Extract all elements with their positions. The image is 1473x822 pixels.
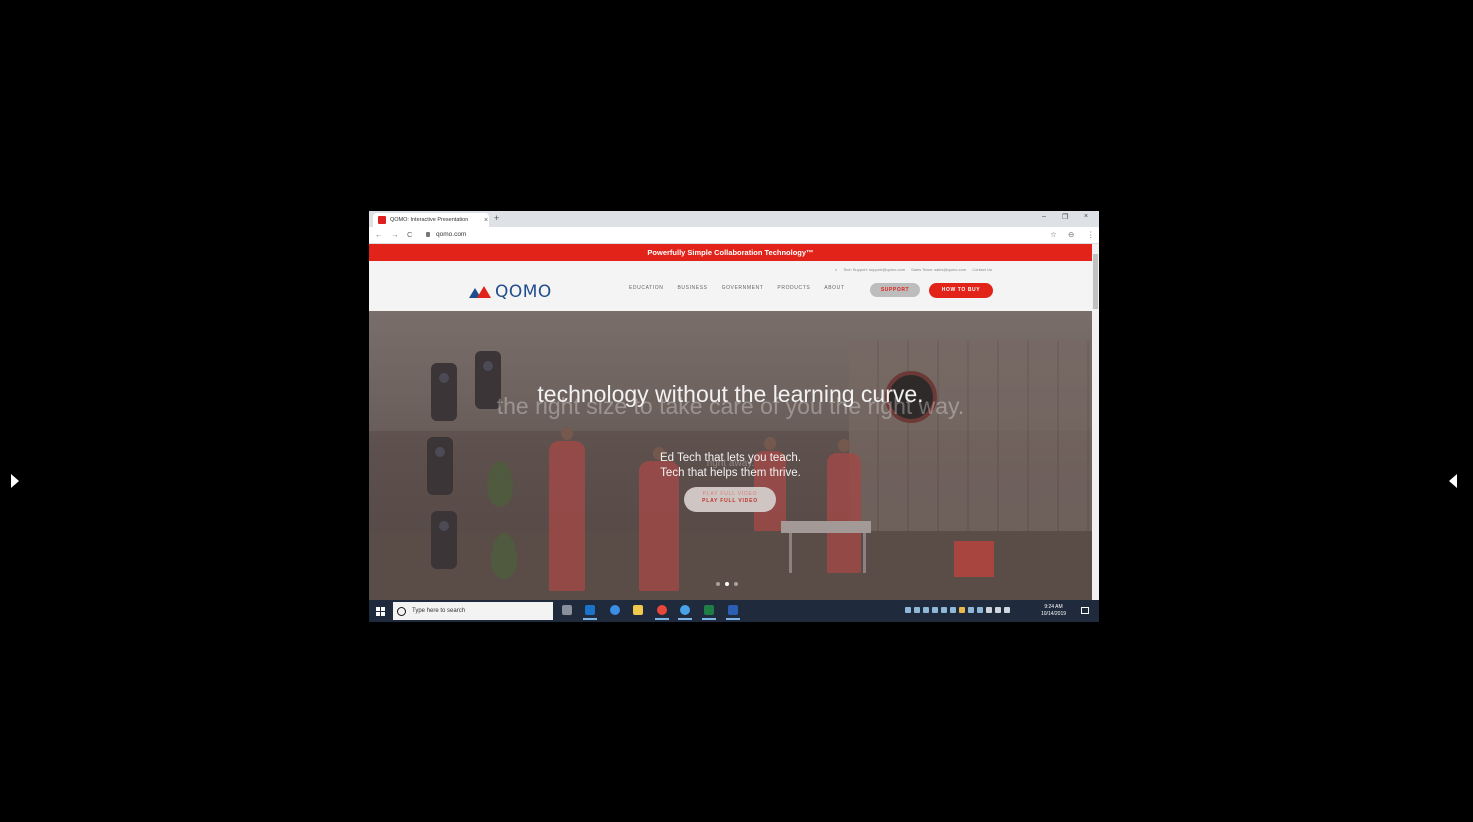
main-nav: EDUCATION BUSINESS GOVERNMENT PRODUCTS A… — [629, 285, 845, 291]
tab-close-icon[interactable]: × — [484, 217, 488, 224]
leaf-image — [491, 533, 517, 579]
nav-products[interactable]: PRODUCTS — [777, 285, 810, 291]
site-header: ⌕ Tech Support: support@qomo.com Sales T… — [369, 261, 1092, 311]
reload-icon[interactable]: C — [407, 230, 412, 239]
windows-taskbar: Type here to search 9:24 AM 10/14/2019 — [369, 600, 1099, 622]
edge-icon[interactable] — [608, 603, 622, 618]
cortana-icon — [397, 606, 406, 616]
clock-date: 10/14/2019 — [1041, 611, 1067, 617]
tray-icon[interactable] — [941, 607, 947, 613]
tray-icon[interactable] — [923, 607, 929, 613]
window-close-icon[interactable]: × — [1084, 213, 1088, 220]
screenshot-frame: QOMO: Interactive Presentation × + – ❐ ×… — [369, 211, 1099, 622]
system-tray — [905, 607, 1010, 613]
tray-icon[interactable] — [905, 607, 911, 613]
browser-menu-icon[interactable]: ⋮ — [1087, 230, 1095, 239]
tray-icon[interactable] — [959, 607, 965, 613]
tray-icon[interactable] — [932, 607, 938, 613]
qomo-favicon-icon — [378, 216, 386, 224]
volume-icon[interactable] — [995, 607, 1001, 613]
tray-icon[interactable] — [977, 607, 983, 613]
how-to-buy-button[interactable]: HOW TO BUY — [929, 283, 993, 298]
remote-image — [431, 511, 457, 569]
carousel-dot[interactable] — [716, 582, 720, 586]
tray-icon[interactable] — [968, 607, 974, 613]
minimize-icon[interactable]: – — [1042, 213, 1046, 220]
file-explorer-icon[interactable] — [631, 603, 645, 618]
nav-government[interactable]: GOVERNMENT — [722, 285, 764, 291]
table-leg — [863, 533, 866, 573]
network-icon[interactable] — [986, 607, 992, 613]
address-bar[interactable]: qomo.com — [436, 231, 466, 238]
carousel-dot-active[interactable] — [725, 582, 729, 586]
hero-headline: technology without the learning curve. — [537, 381, 924, 407]
viewer-stage: QOMO: Interactive Presentation × + – ❐ ×… — [0, 0, 1473, 822]
scrollbar-thumb[interactable] — [1093, 254, 1098, 309]
tray-icon[interactable] — [950, 607, 956, 613]
page-scrollbar[interactable] — [1092, 244, 1099, 600]
safari-icon[interactable] — [678, 603, 692, 620]
action-center-icon[interactable] — [1081, 607, 1089, 614]
word-icon[interactable] — [726, 603, 740, 620]
browser-tab[interactable]: QOMO: Interactive Presentation × — [373, 213, 489, 227]
maximize-icon[interactable]: ❐ — [1062, 213, 1068, 221]
sales-team-link[interactable]: Sales Team: sales@qomo.com — [911, 267, 966, 272]
logo-text: QOMO — [495, 282, 552, 302]
taskbar-search-input[interactable]: Type here to search — [393, 602, 571, 620]
play-ghost-label: PLAY FULL VIDEO — [702, 491, 758, 497]
hero-video: the right size to take care of you the r… — [369, 311, 1092, 600]
browser-tab-strip: QOMO: Interactive Presentation × + – ❐ × — [369, 211, 1099, 227]
outlook-icon[interactable] — [583, 603, 597, 620]
task-view-icon[interactable] — [560, 603, 574, 618]
contact-us-link[interactable]: Contact Us — [972, 267, 992, 272]
next-slide-arrow-icon[interactable] — [1449, 474, 1457, 488]
excel-icon[interactable] — [702, 603, 716, 620]
profile-icon[interactable]: ⊖ — [1068, 230, 1074, 239]
bookmark-star-icon[interactable]: ☆ — [1050, 230, 1057, 239]
carousel-dot[interactable] — [734, 582, 738, 586]
chrome-icon[interactable] — [655, 603, 669, 620]
qomo-logo-mark-icon — [469, 286, 493, 298]
search-placeholder: Type here to search — [412, 608, 466, 614]
search-icon[interactable]: ⌕ — [835, 267, 837, 272]
promo-banner[interactable]: Powerfully Simple Collaboration Technolo… — [369, 244, 1092, 261]
tab-title: QOMO: Interactive Presentation — [390, 217, 469, 223]
new-tab-icon[interactable]: + — [494, 213, 499, 223]
nav-business[interactable]: BUSINESS — [677, 285, 707, 291]
forward-icon[interactable]: → — [391, 230, 399, 239]
table-image — [781, 521, 871, 533]
nav-about[interactable]: ABOUT — [824, 285, 844, 291]
nav-education[interactable]: EDUCATION — [629, 285, 663, 291]
browser-toolbar: ← → C qomo.com ☆ ⊖ ⋮ — [369, 227, 1099, 244]
lock-icon — [426, 232, 430, 237]
previous-slide-arrow-icon[interactable] — [11, 474, 19, 488]
qomo-logo[interactable]: QOMO — [469, 282, 552, 302]
carousel-dots — [716, 582, 738, 586]
play-label: PLAY FULL VIDEO — [702, 498, 758, 504]
tray-icon[interactable] — [914, 607, 920, 613]
windows-start-icon[interactable] — [376, 607, 385, 616]
play-full-video-button[interactable]: PLAY FULL VIDEO PLAY FULL VIDEO — [684, 487, 776, 512]
table-leg — [789, 533, 792, 573]
taskbar-clock[interactable]: 9:24 AM 10/14/2019 — [1041, 604, 1066, 618]
cart-image — [954, 541, 994, 577]
clock-time: 9:24 AM — [1044, 604, 1063, 610]
tech-support-link[interactable]: Tech Support: support@qomo.com — [843, 267, 905, 272]
hero-subtext-line: Tech that helps them thrive. — [660, 467, 801, 479]
hero-subtext: Ed Tech that lets you teach. Tech that h… — [369, 451, 1092, 481]
hero-subtext-line: Ed Tech that lets you teach. — [659, 452, 802, 464]
speaker-icon[interactable] — [1004, 607, 1010, 613]
support-button[interactable]: SUPPORT — [870, 283, 920, 297]
utility-links: ⌕ Tech Support: support@qomo.com Sales T… — [835, 267, 992, 272]
back-icon[interactable]: ← — [375, 230, 383, 239]
